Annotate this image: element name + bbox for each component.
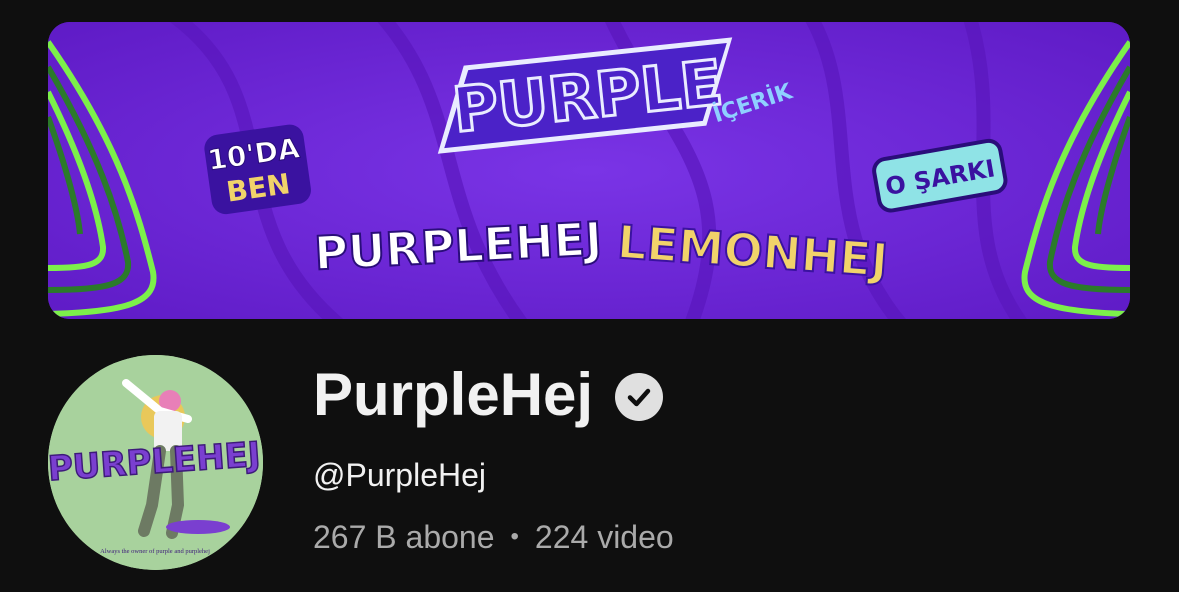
stats-separator: • bbox=[510, 523, 519, 550]
verified-check-icon bbox=[615, 373, 664, 421]
channel-handle: @PurpleHej bbox=[313, 457, 486, 493]
channel-title-row: PurpleHej bbox=[313, 360, 664, 430]
avatar-artwork: PURPLEHEJ Always the owner of purple and… bbox=[48, 355, 263, 570]
channel-avatar[interactable]: PURPLEHEJ Always the owner of purple and… bbox=[48, 355, 263, 570]
subscriber-count: 267 B abone bbox=[313, 519, 495, 555]
channel-banner: PURPLE İÇERİK 10'DA BEN PURPLEHEJ LEMONH… bbox=[48, 22, 1130, 319]
banner-artwork: PURPLE İÇERİK 10'DA BEN PURPLEHEJ LEMONH… bbox=[48, 22, 1130, 319]
10da-ben-logo: 10'DA BEN bbox=[204, 124, 311, 215]
avatar-caption: Always the owner of purple and purplehej bbox=[100, 548, 210, 555]
video-count: 224 video bbox=[534, 519, 674, 555]
channel-name: PurpleHej bbox=[313, 361, 594, 428]
channel-stats: 267 B abone • 224 video bbox=[313, 517, 674, 557]
